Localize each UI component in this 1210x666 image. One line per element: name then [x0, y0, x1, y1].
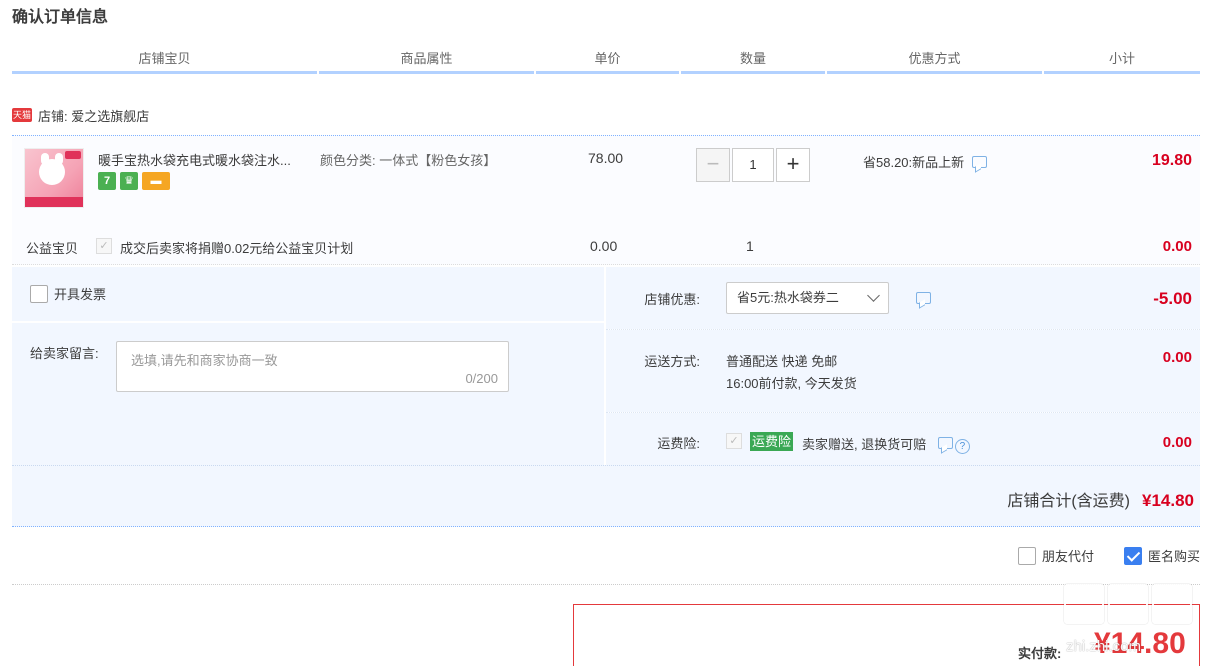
tmall-icon: 天猫	[12, 108, 32, 122]
charity-text: 成交后卖家将捐赠0.02元给公益宝贝计划	[120, 241, 354, 256]
column-header: 店铺宝贝 商品属性 单价 数量 优惠方式 小计	[12, 50, 1200, 74]
invoice-checkbox[interactable]	[30, 284, 48, 303]
charity-subtotal: 0.00	[1162, 238, 1192, 255]
friend-pay-checkbox[interactable]	[1017, 546, 1036, 565]
charity-price: 0.00	[590, 238, 618, 254]
insurance-label: 运费险:	[657, 436, 700, 451]
seven-day-return-icon[interactable]: 7	[98, 172, 116, 190]
anonymous-option[interactable]: 匿名购买	[1123, 546, 1200, 565]
invoice-label: 开具发票	[54, 287, 107, 302]
message-label: 给卖家留言:	[30, 346, 99, 361]
chat-icon[interactable]	[972, 155, 988, 168]
column-header-discount: 优惠方式	[827, 50, 1042, 74]
shop-row: 天猫 店铺: 爱之选旗舰店	[12, 105, 149, 125]
shipping-time: 16:00前付款, 今天发货	[726, 376, 857, 391]
quantity-increase-button[interactable]: +	[776, 148, 810, 182]
coupon-label: 店铺优惠:	[644, 292, 700, 307]
card-icon[interactable]: ▬	[142, 172, 170, 190]
chat-icon[interactable]	[937, 437, 953, 449]
quantity-decrease-button[interactable]: −	[696, 148, 730, 182]
divider	[12, 584, 1200, 585]
page-title: 确认订单信息	[12, 9, 109, 26]
product-attribute: 颜色分类: 一体式【粉色女孩】	[320, 153, 497, 168]
product-thumbnail[interactable]	[24, 148, 84, 208]
invoice-option[interactable]: 开具发票	[30, 284, 106, 303]
unit-price: 78.00	[588, 150, 624, 166]
insurance-text: 卖家赠送, 退换货可赔 ?	[802, 434, 970, 454]
insurance-desc: 卖家赠送, 退换货可赔	[802, 437, 927, 452]
charity-label: 公益宝贝	[26, 241, 79, 256]
item-discount: 省58.20:新品上新	[863, 152, 988, 171]
divider	[12, 321, 604, 323]
product-title-link[interactable]: 暖手宝热水袋充电式暖水袋注水...	[98, 150, 291, 169]
payment-label: 实付款:	[1018, 646, 1062, 661]
divider	[606, 412, 1200, 413]
column-header-quantity: 数量	[681, 50, 825, 74]
column-header-subtotal: 小计	[1044, 50, 1200, 74]
service-icons: 7 ♛ ▬	[98, 172, 170, 190]
shop-total-value: ¥14.80	[1142, 491, 1194, 510]
message-textarea[interactable]: 选填,请先和商家协商一致 0/200	[116, 341, 509, 392]
column-header-attribute: 商品属性	[319, 50, 534, 74]
shipping-method: 普通配送 快递 免邮	[726, 354, 838, 369]
coupon-selected-value: 省5元:热水袋券二	[737, 290, 839, 305]
charity-quantity: 1	[746, 238, 754, 254]
item-subtotal: 19.80	[1151, 152, 1192, 169]
column-header-price: 单价	[536, 50, 679, 74]
order-item: 暖手宝热水袋充电式暖水袋注水... 7 ♛ ▬ 颜色分类: 一体式【粉色女孩】 …	[12, 135, 1200, 265]
quantity-input[interactable]: 1	[732, 148, 774, 182]
anonymous-label: 匿名购买	[1147, 549, 1200, 564]
chevron-down-icon	[867, 289, 880, 302]
help-icon[interactable]: ?	[954, 439, 970, 454]
insurance-value: 0.00	[1162, 434, 1192, 451]
message-char-count: 0/200	[465, 371, 498, 386]
quantity-stepper: − 1 +	[696, 148, 810, 182]
anonymous-checkbox[interactable]	[1123, 546, 1142, 565]
cup-icon[interactable]: ♛	[120, 172, 138, 190]
divider	[12, 465, 1200, 466]
shipping-label: 运送方式:	[644, 354, 700, 369]
coupon-select[interactable]: 省5元:热水袋券二	[726, 282, 889, 314]
shop-total: 店铺合计(含运费) ¥14.80	[1007, 487, 1194, 511]
coupon-info-icon[interactable]	[916, 292, 931, 304]
shipping-value: 0.00	[1162, 349, 1192, 366]
order-options-panel: 开具发票 给卖家留言: 选填,请先和商家协商一致 0/200 店铺优惠: 省5元…	[12, 267, 1200, 527]
shop-total-label: 店铺合计(含运费)	[1007, 493, 1130, 510]
discount-text: 省58.20:新品上新	[863, 155, 965, 170]
divider	[606, 329, 1200, 330]
payment-value: ¥14.80	[1094, 627, 1186, 660]
friend-pay-option[interactable]: 朋友代付	[1017, 546, 1094, 565]
coupon-value: -5.00	[1153, 289, 1192, 308]
payment-summary: 实付款: ¥14.80	[573, 604, 1200, 666]
payment-options: 朋友代付 匿名购买	[988, 546, 1200, 565]
charity-checkbox: ✓	[96, 238, 112, 254]
column-header-shop-item: 店铺宝贝	[12, 50, 317, 74]
message-placeholder: 选填,请先和商家协商一致	[131, 353, 278, 368]
insurance-checkbox: ✓	[726, 433, 742, 449]
insurance-badge: 运费险	[750, 432, 794, 451]
friend-pay-label: 朋友代付	[1041, 549, 1094, 564]
shop-name-link[interactable]: 店铺: 爱之选旗舰店	[38, 106, 149, 125]
